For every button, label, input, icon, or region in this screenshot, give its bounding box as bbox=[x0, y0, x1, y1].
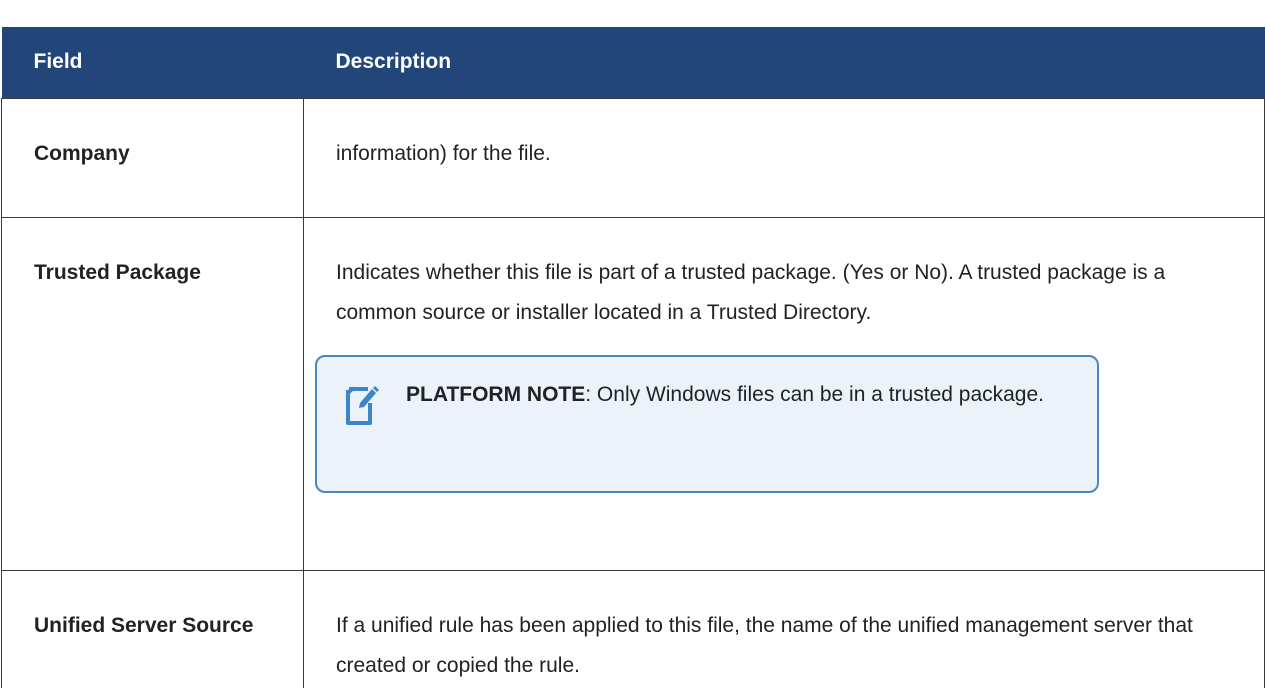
header-row: Field Description bbox=[1, 27, 1265, 98]
note-body: : Only Windows files can be in a trusted… bbox=[585, 382, 1044, 406]
field-description: If a unified rule has been applied to th… bbox=[303, 569, 1265, 688]
note-text: PLATFORM NOTE: Only Windows files can be… bbox=[406, 377, 1044, 412]
note-label: PLATFORM NOTE bbox=[406, 382, 586, 406]
fields-table: Field Description Company information) f… bbox=[1, 27, 1265, 688]
platform-note: PLATFORM NOTE: Only Windows files can be… bbox=[315, 354, 1099, 493]
field-name: Company bbox=[1, 97, 304, 218]
table-header: Field Description bbox=[1, 27, 1265, 98]
page: Field Description Company information) f… bbox=[0, 0, 1265, 688]
header-field: Field bbox=[1, 27, 304, 98]
field-description-cell: Indicates whether this file is part of a… bbox=[303, 216, 1265, 571]
field-name: Trusted Package bbox=[1, 216, 304, 571]
edit-note-icon bbox=[344, 383, 380, 427]
table-row-company: Company information) for the file. bbox=[1, 97, 1265, 218]
table-row-unified-server-source: Unified Server Source If a unified rule … bbox=[1, 569, 1265, 688]
table-body: Company information) for the file. Trust… bbox=[1, 97, 1265, 688]
table-row-trusted-package: Trusted Package Indicates whether this f… bbox=[1, 216, 1265, 571]
field-description: information) for the file. bbox=[303, 97, 1265, 218]
header-description: Description bbox=[303, 27, 1265, 98]
field-name: Unified Server Source bbox=[1, 569, 304, 688]
field-description: Indicates whether this file is part of a… bbox=[336, 260, 1166, 324]
